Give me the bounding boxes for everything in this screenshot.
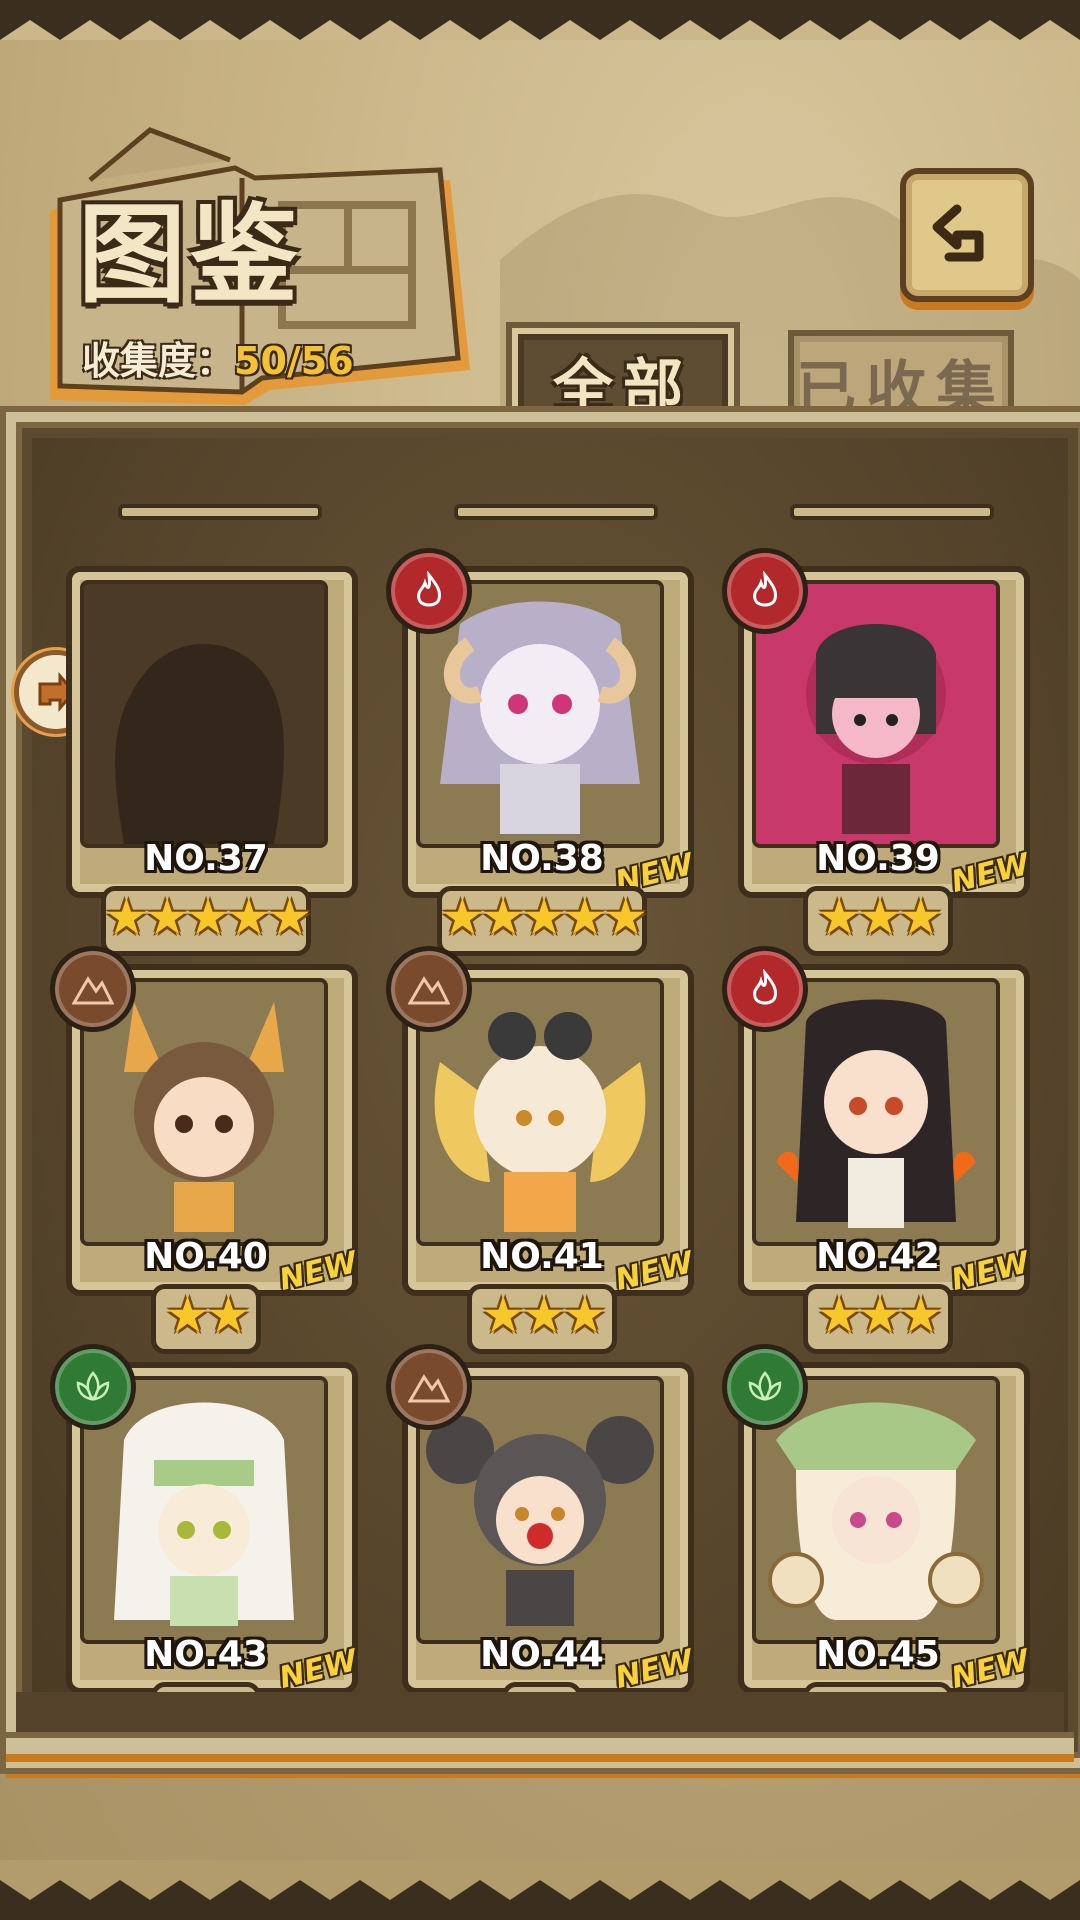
earth-element-icon: [386, 946, 472, 1032]
earth-element-icon: [50, 946, 136, 1032]
nature-element-icon: [50, 1344, 136, 1430]
earth-element-icon: [386, 1344, 472, 1430]
card-no41[interactable]: NO.41 NEW ★★★: [386, 946, 697, 1354]
collection-progress: 收集度：50/56: [82, 330, 354, 385]
rarity-stars: ★★★★★: [439, 888, 648, 946]
panel-bottom-edge: [6, 1732, 1074, 1762]
card-no44[interactable]: NO.44 NEW ★: [386, 1344, 697, 1752]
fire-element-icon: [386, 548, 472, 634]
card-no37[interactable]: NO.37 ★★★★★: [56, 556, 358, 956]
back-button[interactable]: [900, 168, 1034, 302]
panel-clip-mask: [16, 1692, 1064, 1732]
rarity-stars: ★★★: [816, 888, 943, 946]
return-arrow-icon: [932, 204, 984, 262]
card-no43[interactable]: NO.43 NEW ★★: [50, 1344, 361, 1752]
collection-value: 50/56: [234, 339, 354, 383]
card-number: NO.37: [144, 838, 268, 879]
unknown-silhouette: [80, 580, 328, 848]
rarity-stars: ★★★: [816, 1286, 943, 1344]
previous-row-edges: [118, 504, 994, 520]
card-no38[interactable]: NO.38 NEW ★★★★★: [386, 548, 697, 956]
fire-element-icon: [722, 548, 808, 634]
rarity-stars: ★★★: [480, 1286, 607, 1344]
bottom-zigzag-border: [0, 1860, 1080, 1920]
rarity-stars: ★★: [165, 1286, 251, 1344]
card-no45[interactable]: NO.45 NEW ★★★: [722, 1344, 1033, 1752]
nature-element-icon: [722, 1344, 808, 1430]
card-no39[interactable]: NO.39 NEW ★★★: [722, 548, 1033, 956]
rarity-stars: ★★★★★: [103, 888, 312, 946]
fire-element-icon: [722, 946, 808, 1032]
card-no42[interactable]: NO.42 NEW ★★★: [722, 946, 1033, 1354]
silhouette-icon: [84, 584, 324, 844]
collection-label: 收集度：: [82, 339, 235, 383]
page-title: 图鉴: [78, 192, 303, 318]
card-no40[interactable]: NO.40 NEW ★★: [50, 946, 361, 1354]
